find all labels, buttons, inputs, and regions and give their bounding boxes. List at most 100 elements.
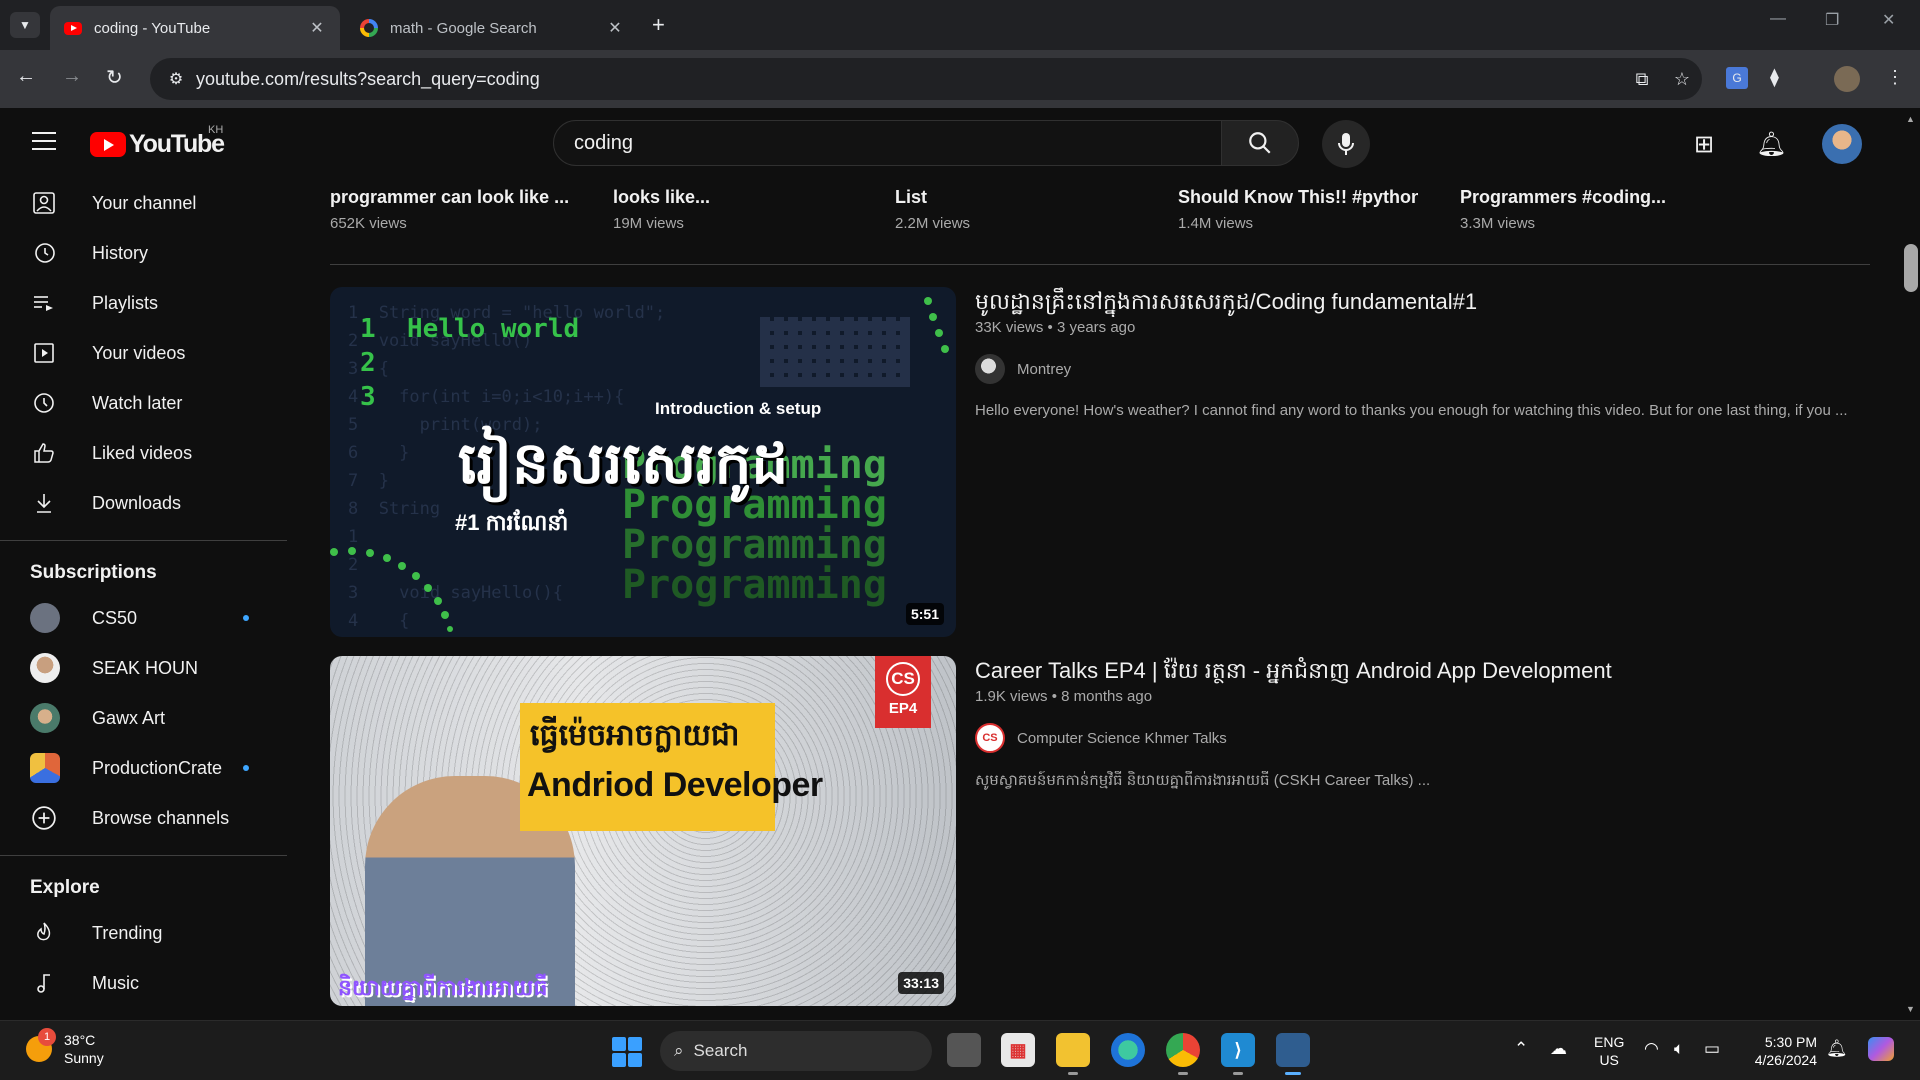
search-results: programmer can look like ... 652K views …	[287, 178, 1900, 1020]
channel-name[interactable]: Computer Science Khmer Talks	[1017, 730, 1227, 747]
onedrive-cloud-icon[interactable]: ☁	[1550, 1039, 1567, 1059]
sidebar-item-liked-videos[interactable]: Liked videos	[0, 428, 287, 478]
sidebar-item-playlists[interactable]: Playlists	[0, 278, 287, 328]
sidebar-item-music[interactable]: Music	[0, 958, 287, 1008]
copilot-icon[interactable]	[1868, 1037, 1894, 1061]
new-content-dot	[243, 765, 249, 771]
channel-icon	[30, 189, 58, 217]
notification-bell-icon[interactable]: 🔔︎	[1826, 1039, 1848, 1059]
close-tab-icon[interactable]: ✕	[308, 18, 326, 38]
video-title[interactable]: Career Talks EP4 | វ៉ែយ រត្ថនា - អ្នកជំន…	[975, 656, 1855, 686]
channel-avatar[interactable]	[975, 354, 1005, 384]
create-video-icon[interactable]: ⊞	[1694, 130, 1714, 159]
edge-browser-icon[interactable]	[1111, 1033, 1145, 1067]
sidebar-item-your-videos[interactable]: Your videos	[0, 328, 287, 378]
search-input[interactable]: coding ✕	[553, 120, 1269, 166]
battery-icon[interactable]: ▭	[1704, 1039, 1720, 1059]
taskbar-search[interactable]: ⌕ Search	[660, 1031, 932, 1071]
file-explorer-icon[interactable]	[1056, 1033, 1090, 1075]
shelf-item-title[interactable]: looks like...	[613, 185, 853, 209]
voice-search-button[interactable]	[1322, 120, 1370, 168]
hamburger-menu-icon[interactable]	[32, 132, 56, 156]
video-thumbnail[interactable]: 1 String word = "hello world"; 2 void sa…	[330, 287, 956, 637]
shelf-item-title[interactable]: List	[895, 185, 1135, 209]
task-view-icon[interactable]	[947, 1033, 981, 1067]
tab-youtube[interactable]: coding - YouTube ✕	[50, 6, 340, 50]
close-window-icon[interactable]: ✕	[1882, 10, 1895, 30]
restore-icon[interactable]: ❐	[1825, 10, 1839, 30]
microsoft-store-icon[interactable]: ▦	[1001, 1033, 1035, 1067]
system-clock[interactable]: 5:30 PM 4/26/2024	[1745, 1033, 1817, 1069]
shelf-divider	[330, 264, 1870, 265]
sidebar-item-browse-channels[interactable]: Browse channels	[0, 793, 287, 843]
weather-widget[interactable]: 1 38°C Sunny	[26, 1028, 104, 1067]
shelf-item[interactable]: List 2.2M views	[895, 178, 1135, 232]
translate-icon[interactable]: G	[1726, 67, 1748, 89]
url-text[interactable]: youtube.com/results?search_query=coding	[196, 69, 1622, 90]
shelf-item[interactable]: Programmers #coding... 3.3M views	[1460, 178, 1700, 232]
sidebar-item-watch-later[interactable]: Watch later	[0, 378, 287, 428]
more-menu-icon[interactable]: ⋮	[1886, 67, 1904, 88]
channel-name[interactable]: Montrey	[1017, 361, 1071, 378]
channel-link[interactable]: Montrey	[975, 354, 1855, 384]
back-arrow-icon[interactable]: ←	[16, 65, 36, 88]
sun-icon: 1	[26, 1028, 56, 1062]
shelf-item-title[interactable]: Should Know This!! #python...	[1178, 185, 1418, 209]
close-tab-icon[interactable]: ✕	[606, 18, 624, 38]
page-scrollbar[interactable]: ▲ ▼	[1900, 108, 1920, 1020]
tab-google-search[interactable]: math - Google Search ✕	[346, 6, 638, 50]
dot-trail-graphic	[330, 297, 949, 632]
shelf-item[interactable]: Should Know This!! #python... 1.4M views	[1178, 178, 1418, 232]
language-indicator[interactable]: ENG US	[1594, 1033, 1624, 1069]
sidebar-item-seak-houn[interactable]: SEAK HOUN	[0, 643, 287, 693]
vscode-icon[interactable]: ⟩	[1221, 1033, 1255, 1075]
windows-start-icon[interactable]	[612, 1037, 642, 1067]
volume-icon[interactable]: 🔈︎	[1674, 1039, 1684, 1059]
video-duration: 5:51	[905, 603, 944, 625]
sidebar-item-productioncrate[interactable]: ProductionCrate	[0, 743, 287, 793]
video-thumbnail[interactable]: ធ្វើម៉េចអាចក្លាយជា Andriod Developer CS …	[330, 656, 956, 1006]
open-in-app-icon[interactable]: ⧉	[1622, 69, 1662, 90]
site-info-icon[interactable]: ⚙	[156, 69, 196, 89]
sidebar-item-history[interactable]: History	[0, 228, 287, 278]
notifications-bell-icon[interactable]: 🔔︎	[1756, 130, 1786, 159]
youtube-logo[interactable]: YouTube KH	[90, 124, 225, 159]
sidebar-item-cs50[interactable]: CS50	[0, 593, 287, 643]
video-info: មូលដ្ឋានគ្រឹះនៅក្នុងការសរសេរកូដ/Coding f…	[975, 287, 1855, 419]
shelf-item[interactable]: programmer can look like ... 652K views	[330, 178, 570, 232]
extensions-puzzle-icon[interactable]: ⧫	[1770, 67, 1779, 88]
shelf-item-title[interactable]: Programmers #coding...	[1460, 185, 1700, 209]
shelf-item-title[interactable]: programmer can look like ...	[330, 185, 570, 209]
youtube-favicon-icon	[64, 21, 82, 35]
scroll-up-arrow-icon[interactable]: ▲	[1906, 114, 1915, 124]
channel-avatar[interactable]: CS	[975, 723, 1005, 753]
tab-search-button[interactable]: ▼	[10, 12, 40, 38]
sidebar-item-downloads[interactable]: Downloads	[0, 478, 287, 528]
new-tab-plus-icon[interactable]: +	[652, 12, 665, 38]
sidebar-item-your-channel[interactable]: Your channel	[0, 178, 287, 228]
interviewer-figure	[730, 756, 930, 1006]
sidebar-item-label: Liked videos	[92, 442, 193, 463]
wifi-icon[interactable]: ◠	[1644, 1039, 1659, 1059]
python-icon[interactable]	[1276, 1033, 1310, 1075]
user-avatar[interactable]	[1822, 124, 1862, 164]
chrome-browser-icon[interactable]	[1166, 1033, 1200, 1075]
scrollbar-thumb[interactable]	[1904, 244, 1918, 292]
sidebar-item-label: Browse channels	[92, 807, 230, 828]
minimize-icon[interactable]: —	[1770, 10, 1786, 28]
video-title[interactable]: មូលដ្ឋានគ្រឹះនៅក្នុងការសរសេរកូដ/Coding f…	[975, 287, 1855, 317]
tray-overflow-chevron-icon[interactable]: ⌃	[1514, 1039, 1528, 1059]
sidebar-item-gawx-art[interactable]: Gawx Art	[0, 693, 287, 743]
address-bar[interactable]: ⚙ youtube.com/results?search_query=codin…	[150, 58, 1702, 100]
reload-icon[interactable]: ↻	[106, 65, 123, 90]
sidebar-item-trending[interactable]: Trending	[0, 908, 287, 958]
shelf-item[interactable]: looks like... 19M views	[613, 178, 853, 232]
bookmark-star-icon[interactable]: ☆	[1662, 69, 1702, 90]
weather-temperature: 38°C	[64, 1032, 96, 1048]
channel-link[interactable]: CS Computer Science Khmer Talks	[975, 723, 1855, 753]
search-button[interactable]	[1221, 120, 1299, 166]
scroll-down-arrow-icon[interactable]: ▼	[1906, 1004, 1915, 1014]
forward-arrow-icon[interactable]: →	[62, 65, 82, 88]
browser-profile-avatar[interactable]	[1834, 66, 1860, 92]
search-query-text[interactable]: coding	[574, 132, 1222, 155]
